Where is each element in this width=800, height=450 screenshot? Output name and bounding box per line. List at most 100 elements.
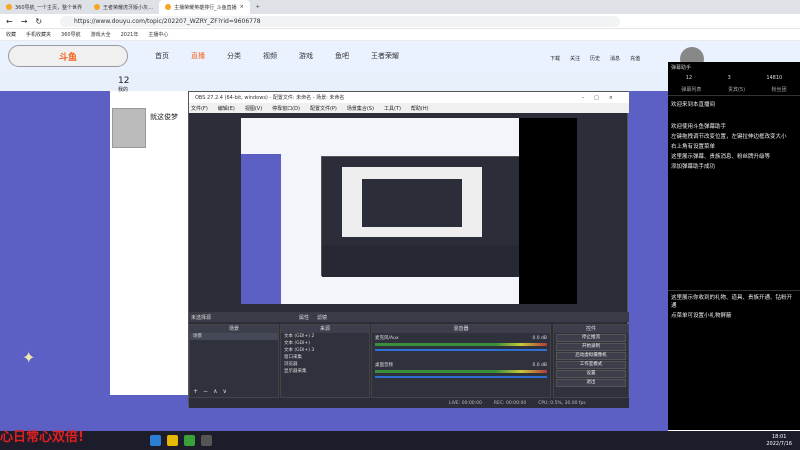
tab-label: 王者荣耀虎牙版小灰… [103,4,154,11]
scrolling-ticker: 心日常心双倍! [0,430,84,445]
remove-icon[interactable]: − [203,388,208,395]
site-nav: 首页 直播 分类 视频 游戏 鱼吧 王者荣耀 [155,51,399,61]
gift-message: 这里展示你收到的礼物、道具、贵族开通、钻粉开通 [671,295,793,309]
source-item[interactable]: 浏览器 [281,361,369,368]
header-actions: 下载 关注 历史 消息 充值 [550,55,640,62]
new-tab-button[interactable]: + [250,0,266,14]
nav-item[interactable]: 视频 [263,51,277,61]
obs-menu-item[interactable]: 场景集合(S) [347,105,374,112]
scene-item[interactable]: 场景 [190,333,278,340]
settings-button[interactable]: 设置 [556,370,626,378]
obs-app-icon[interactable] [201,435,212,446]
dock-title: 场景 [190,325,278,333]
browser-tab-3[interactable]: 主播荣耀英雄排行_斗鱼直播 × [159,0,250,14]
chat-message: 欢迎使用斗鱼弹幕助手 [671,124,727,130]
clock-time: 18:01 [771,433,787,440]
obs-window: OBS 27.2.4 (64-bit, windows) - 配置文件: 未命名… [188,91,629,408]
studio-mode-button[interactable]: 工作室模式 [556,361,626,369]
nav-item[interactable]: 首页 [155,51,169,61]
nav-item[interactable]: 直播 [191,51,205,61]
forward-icon[interactable]: → [21,17,28,26]
clock: 18:01 2022/7/16 [766,434,800,448]
cpu-fps: CPU: 0.5%, 30.00 fps [538,400,586,406]
browser-tab-2[interactable]: 王者荣耀虎牙版小灰… [88,0,159,14]
browser-tab-1[interactable]: 360导航_一个主页，整个世界 [0,0,88,14]
header-action[interactable]: 下载 [550,55,560,62]
start-recording-button[interactable]: 开始录制 [556,343,626,351]
bookmark-item[interactable]: 2021年 [121,31,139,38]
back-icon[interactable]: ← [6,17,13,26]
streamer-name: 就这俊梦 [150,113,178,121]
site-logo[interactable]: 斗鱼 [8,45,128,67]
app-icon[interactable] [150,435,161,446]
bookmark-item[interactable]: 收藏 [6,31,16,38]
bookmark-item[interactable]: 主播中心 [148,31,168,38]
panel-title: 弹幕助手 [671,65,692,71]
stat-value: 12 [685,75,693,81]
nested-preview-inner [362,179,462,227]
obs-menu-item[interactable]: 文件(F) [191,105,208,112]
source-item[interactable]: 窗口采集 [281,354,369,361]
nav-item[interactable]: 分类 [227,51,241,61]
header-action[interactable]: 消息 [610,55,620,62]
panel-tab[interactable]: 弹幕列表 [681,86,701,93]
mixer-track-level: 0.0 dB [532,362,547,368]
obs-preview[interactable] [241,118,577,304]
source-toolbar: 未选择源 属性 滤镜 [189,312,629,322]
volume-slider[interactable] [375,349,547,351]
nav-item[interactable]: 游戏 [299,51,313,61]
bookmark-item[interactable]: 手机收藏夹 [26,31,51,38]
source-item[interactable]: 文本 (GDI+) [281,340,369,347]
header-action[interactable]: 充值 [630,55,640,62]
filters-button[interactable]: 滤镜 [317,314,327,321]
volume-slider[interactable] [375,376,547,378]
nested-obs [321,156,522,277]
mixer-track-level: 0.0 dB [532,335,547,341]
preview-side [241,154,281,304]
virtual-camera-button[interactable]: 启动虚拟摄像机 [556,352,626,360]
panel-tabs: 弹幕列表 贵宾(5) 粉丝团 [668,84,800,96]
nav-item[interactable]: 鱼吧 [335,51,349,61]
clock-date: 2022/7/16 [766,440,792,447]
header-action[interactable]: 关注 [570,55,580,62]
streamer-avatar[interactable] [112,108,146,148]
room-label: 我的 [118,87,129,93]
app-icon[interactable] [184,435,195,446]
obs-menu-item[interactable]: 帮助(H) [411,105,429,112]
obs-menu-item[interactable]: 配置文件(P) [310,105,337,112]
close-icon[interactable]: × [240,4,244,10]
obs-menu-bar: 文件(F) 编辑(E) 视图(V) 停靠窗口(D) 配置文件(P) 场景集合(S… [189,103,629,113]
nested-docks [322,245,522,277]
panel-stats: 12 3 14810 [668,72,800,84]
reload-icon[interactable]: ↻ [35,17,42,26]
properties-button[interactable]: 属性 [299,314,309,321]
bookmark-item[interactable]: 游戏大全 [91,31,111,38]
source-item[interactable]: 文本 (GDI+) 2 [281,333,369,340]
source-item[interactable]: 显示器采集 [281,368,369,375]
browser-tab-bar: 360导航_一个主页，整个世界 王者荣耀虎牙版小灰… 主播荣耀英雄排行_斗鱼直播… [0,0,800,14]
window-controls[interactable]: –□× [582,95,629,101]
source-item[interactable]: 文本 (GDI+) 3 [281,347,369,354]
panel-tab[interactable]: 贵宾(5) [728,86,745,93]
address-bar[interactable]: https://www.douyu.com/topic/202207_WZRY_… [60,16,620,27]
app-icon[interactable] [167,435,178,446]
chat-message: 左键拖拽调节改变位置，左键拉伸边框改变大小 [671,134,787,140]
panel-tab[interactable]: 粉丝团 [772,86,787,93]
obs-menu-item[interactable]: 编辑(E) [218,105,235,112]
obs-title-bar: OBS 27.2.4 (64-bit, windows) - 配置文件: 未命名… [189,92,629,103]
nav-item[interactable]: 王者荣耀 [371,51,399,61]
dock-toolbar: + − ∧ ∨ [193,388,227,395]
page-background-right [628,91,668,431]
dock-title: 控件 [554,325,628,333]
up-icon[interactable]: ∧ [213,388,217,395]
obs-menu-item[interactable]: 停靠窗口(D) [272,105,300,112]
down-icon[interactable]: ∨ [222,388,226,395]
stop-streaming-button[interactable]: 停止推流 [556,334,626,342]
header-action[interactable]: 历史 [590,55,600,62]
obs-menu-item[interactable]: 工具(T) [384,105,401,112]
add-icon[interactable]: + [193,388,198,395]
obs-menu-item[interactable]: 视图(V) [245,105,262,112]
exit-button[interactable]: 退出 [556,379,626,387]
bookmark-item[interactable]: 360导航 [61,31,81,38]
scenes-dock: 场景 场景 + − ∧ ∨ [189,324,279,398]
